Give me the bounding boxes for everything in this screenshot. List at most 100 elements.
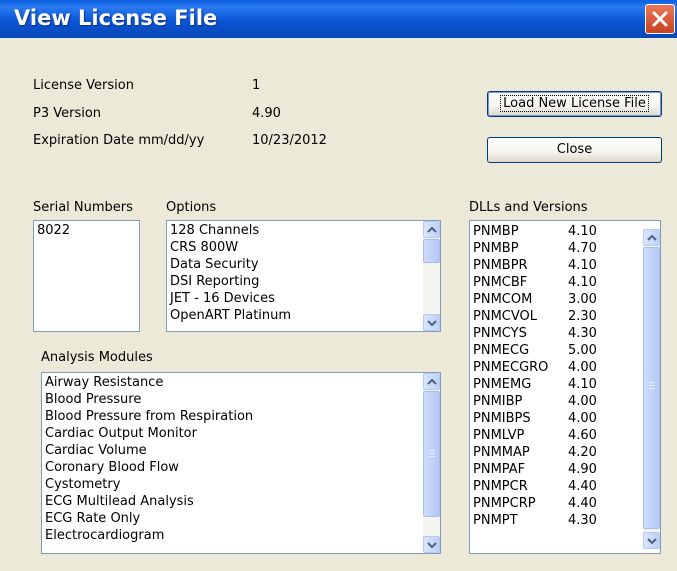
table-row[interactable]: PNMCBF 4.10	[473, 274, 597, 291]
dll-name: PNMCYS	[473, 326, 527, 341]
list-item[interactable]: Blood Pressure from Respiration	[45, 408, 253, 425]
table-row[interactable]: PNMIBP 4.00	[473, 393, 597, 410]
dll-name: PNMBP	[473, 224, 519, 239]
load-new-license-button[interactable]: Load New License File	[487, 91, 662, 117]
table-row[interactable]: PNMPAF 4.90	[473, 461, 597, 478]
dll-version: 4.00	[568, 394, 597, 409]
table-row[interactable]: PNMLVP 4.60	[473, 427, 597, 444]
dll-version: 4.10	[568, 258, 597, 273]
dll-name: PNMPAF	[473, 462, 526, 477]
list-item[interactable]: Cystometry	[45, 476, 253, 493]
close-button[interactable]: Close	[487, 137, 662, 163]
list-item[interactable]: 8022	[37, 222, 70, 239]
dlls-versions-list[interactable]: PNMBP 4.10 PNMBP 4.70 PNMBPR 4.10 PNMCBF 4.1…	[469, 220, 661, 554]
scroll-up-arrow-icon	[427, 226, 437, 233]
options-list[interactable]: 128 Channels CRS 800W Data Security DSI …	[166, 220, 441, 332]
scroll-up-arrow-icon	[647, 234, 657, 241]
table-row[interactable]: PNMMAP 4.20	[473, 444, 597, 461]
dll-version: 4.00	[568, 360, 597, 375]
table-row[interactable]: PNMPCRP 4.40	[473, 495, 597, 512]
list-item[interactable]: 128 Channels	[170, 222, 291, 239]
dll-version: 4.20	[568, 445, 597, 460]
dll-version: 2.30	[568, 309, 597, 324]
options-scrollbar[interactable]	[423, 221, 440, 331]
dll-name: PNMCOM	[473, 292, 533, 307]
scroll-down-arrow-icon	[427, 320, 437, 327]
dll-name: PNMLVP	[473, 428, 525, 443]
dll-version: 4.30	[568, 326, 597, 341]
list-item[interactable]: DSI Reporting	[170, 273, 291, 290]
table-row[interactable]: PNMIBPS 4.00	[473, 410, 597, 427]
dlls-scroll-down-button[interactable]	[643, 532, 660, 549]
table-row[interactable]: PNMPCR 4.40	[473, 478, 597, 495]
list-item[interactable]: Data Security	[170, 256, 291, 273]
list-item[interactable]: Cardiac Output Monitor	[45, 425, 253, 442]
dlls-scroll-thumb[interactable]	[643, 247, 660, 529]
close-window-button[interactable]	[645, 4, 675, 34]
list-item[interactable]: OpenART Platinum	[170, 307, 291, 324]
serial-numbers-label: Serial Numbers	[33, 200, 133, 215]
dll-name: PNMIBP	[473, 394, 523, 409]
table-row[interactable]: PNMCVOL 2.30	[473, 308, 597, 325]
dll-version: 4.90	[568, 462, 597, 477]
license-version-value: 1	[252, 78, 261, 93]
list-item[interactable]: Blood Pressure	[45, 391, 253, 408]
dlls-scrollbar[interactable]	[643, 229, 660, 549]
dll-name: PNMMAP	[473, 445, 530, 460]
list-item[interactable]: ECG Multilead Analysis	[45, 493, 253, 510]
scroll-up-arrow-icon	[427, 378, 437, 385]
table-row[interactable]: PNMCOM 3.00	[473, 291, 597, 308]
window-title: View License File	[14, 6, 218, 30]
dll-version: 4.30	[568, 513, 597, 528]
dll-name: PNMECG	[473, 343, 530, 358]
dll-name: PNMPCR	[473, 479, 528, 494]
list-item[interactable]: Cardiac Volume	[45, 442, 253, 459]
list-item[interactable]: Airway Resistance	[45, 374, 253, 391]
list-item[interactable]: Electrocardiogram	[45, 527, 253, 544]
close-icon	[652, 11, 668, 27]
scroll-down-arrow-icon	[427, 542, 437, 549]
dll-version: 4.10	[568, 275, 597, 290]
dll-name: PNMBP	[473, 241, 519, 256]
table-row[interactable]: PNMECGRO 4.00	[473, 359, 597, 376]
view-license-dialog: View License File License Version 1 P3 V…	[0, 0, 677, 571]
options-scroll-thumb[interactable]	[423, 239, 440, 263]
serial-numbers-list[interactable]: 8022	[33, 220, 140, 332]
table-row[interactable]: PNMBP 4.70	[473, 240, 597, 257]
expiration-date-label: Expiration Date mm/dd/yy	[33, 133, 205, 148]
dll-name: PNMBPR	[473, 258, 528, 273]
options-scroll-up-button[interactable]	[423, 221, 440, 238]
title-bar[interactable]: View License File	[0, 0, 677, 38]
dll-name: PNMECGRO	[473, 360, 549, 375]
dll-version: 4.40	[568, 496, 597, 511]
dll-name: PNMPT	[473, 513, 518, 528]
table-row[interactable]: PNMBP 4.10	[473, 223, 597, 240]
analysis-modules-label: Analysis Modules	[41, 350, 153, 365]
analysis-scroll-down-button[interactable]	[423, 536, 440, 553]
table-row[interactable]: PNMEMG 4.10	[473, 376, 597, 393]
analysis-scroll-up-button[interactable]	[423, 373, 440, 390]
license-version-label: License Version	[33, 78, 134, 93]
options-scroll-down-button[interactable]	[423, 314, 440, 331]
close-button-label: Close	[556, 142, 593, 157]
table-row[interactable]: PNMBPR 4.10	[473, 257, 597, 274]
dll-version: 4.40	[568, 479, 597, 494]
list-item[interactable]: Coronary Blood Flow	[45, 459, 253, 476]
list-item[interactable]: ECG Rate Only	[45, 510, 253, 527]
table-row[interactable]: PNMCYS 4.30	[473, 325, 597, 342]
dlls-scroll-up-button[interactable]	[643, 229, 660, 246]
table-row[interactable]: PNMECG 5.00	[473, 342, 597, 359]
dll-name: PNMIBPS	[473, 411, 531, 426]
analysis-scroll-thumb[interactable]	[423, 391, 440, 517]
analysis-modules-scrollbar[interactable]	[423, 373, 440, 553]
list-item[interactable]: CRS 800W	[170, 239, 291, 256]
expiration-date-value: 10/23/2012	[252, 133, 327, 148]
analysis-modules-list[interactable]: Airway Resistance Blood Pressure Blood P…	[41, 372, 441, 554]
dll-version: 4.10	[568, 377, 597, 392]
dll-name: PNMPCRP	[473, 496, 536, 511]
dll-name: PNMCBF	[473, 275, 528, 290]
load-new-license-label: Load New License File	[500, 95, 649, 112]
scroll-down-arrow-icon	[647, 538, 657, 545]
list-item[interactable]: JET - 16 Devices	[170, 290, 291, 307]
table-row[interactable]: PNMPT 4.30	[473, 512, 597, 529]
